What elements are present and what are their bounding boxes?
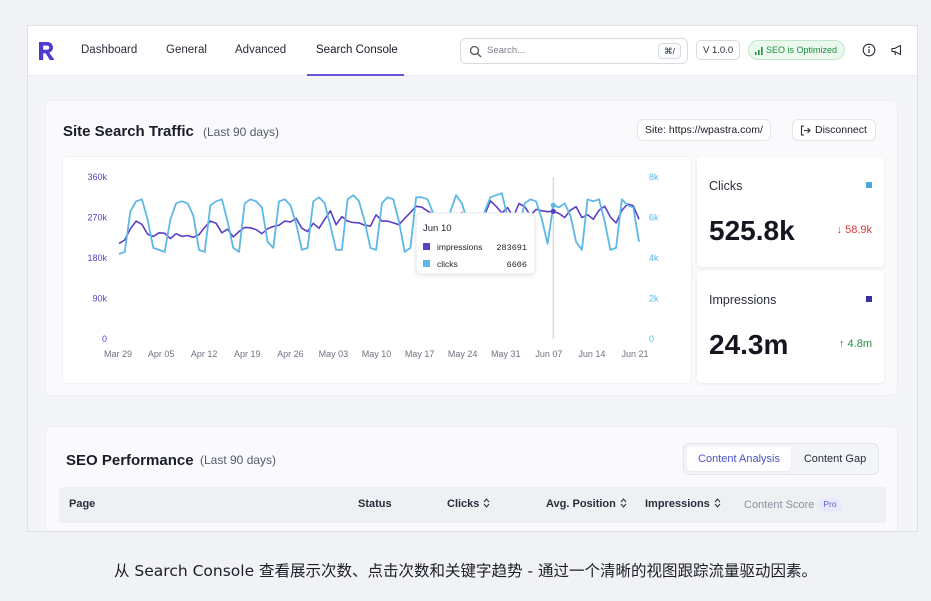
disconnect-button[interactable]: Disconnect	[792, 119, 876, 141]
column-impressions[interactable]: Impressions	[645, 498, 721, 510]
impressions-stat-value: 24.3m	[709, 329, 789, 360]
tooltip-impressions-value: 283691	[496, 243, 527, 253]
site-url-button[interactable]: Site: https://wpastra.com/	[637, 119, 771, 141]
impressions-stat-delta: ↑ 4.8m	[839, 338, 872, 350]
search-shortcut: ⌘/	[658, 43, 681, 59]
x-axis-tick: Apr 12	[191, 349, 218, 359]
x-axis-tick: Mar 29	[104, 349, 132, 359]
x-axis-tick: Jun 21	[621, 349, 648, 359]
column-avg-position-label: Avg. Position	[546, 498, 616, 510]
y-axis-left-tick: 360k	[87, 172, 107, 182]
tab-search-console[interactable]: Search Console	[316, 44, 398, 56]
clicks-stat-label: Clicks	[709, 179, 743, 193]
x-axis-tick: May 17	[405, 349, 435, 359]
top-navigation: Dashboard General Advanced Search Consol…	[28, 26, 917, 76]
caption-text: 从 Search Console 查看展示次数、点击次数和关键字趋势 - 通过一…	[113, 562, 817, 580]
version-badge: V 1.0.0	[696, 40, 741, 60]
tooltip-clicks-swatch	[423, 260, 430, 267]
active-tab-indicator	[307, 74, 404, 76]
x-axis-tick: Jun 07	[535, 349, 562, 359]
sort-icon	[484, 498, 490, 508]
y-axis-left-tick: 0	[102, 334, 107, 344]
hover-point-impressions	[550, 208, 556, 214]
signal-bars-icon	[755, 47, 763, 55]
brand-logo-icon[interactable]	[38, 41, 56, 61]
tab-content-analysis[interactable]: Content Analysis	[687, 447, 791, 471]
clicks-delta-value: 58.9k	[845, 224, 872, 236]
x-axis-tick: Apr 19	[234, 349, 261, 359]
tab-content-gap[interactable]: Content Gap	[793, 447, 877, 471]
y-axis-left-tick: 270k	[87, 213, 107, 223]
tab-advanced[interactable]: Advanced	[235, 44, 286, 56]
x-axis-tick: May 10	[362, 349, 392, 359]
y-axis-right-tick: 4k	[649, 253, 659, 263]
y-axis-right-tick: 0	[649, 334, 654, 344]
seo-tab-switcher: Content Analysis Content Gap	[683, 443, 879, 475]
x-axis-tick: May 24	[448, 349, 478, 359]
seo-subtitle: (Last 90 days)	[200, 453, 277, 467]
column-content-score-label: Content Score	[744, 499, 815, 511]
traffic-subtitle: (Last 90 days)	[203, 125, 280, 139]
y-axis-left-tick: 90k	[92, 294, 107, 304]
column-content-score[interactable]: Content Score Pro	[744, 498, 842, 512]
app-window: Dashboard General Advanced Search Consol…	[27, 25, 918, 532]
impressions-stat-label: Impressions	[709, 293, 777, 307]
site-search-traffic-card: Site Search Traffic (Last 90 days) Site:…	[45, 100, 898, 396]
pro-badge: Pro	[818, 498, 842, 512]
seo-performance-card: SEO Performance (Last 90 days) Content A…	[45, 426, 898, 531]
x-axis-tick: Jun 14	[578, 349, 605, 359]
hover-point-clicks	[550, 202, 556, 208]
tooltip-impressions-swatch	[423, 243, 430, 250]
y-axis-left-tick: 180k	[87, 253, 107, 263]
clicks-stat-value: 525.8k	[709, 215, 795, 246]
series-line-clicks	[118, 192, 640, 255]
megaphone-icon[interactable]	[890, 43, 904, 57]
column-avg-position[interactable]: Avg. Position	[546, 498, 627, 510]
tooltip-clicks-label: clicks	[437, 259, 458, 269]
clicks-stat-card: Clicks 525.8k ↓ 58.9k	[697, 157, 884, 267]
x-axis-tick: Apr 26	[277, 349, 304, 359]
search-placeholder: Search...	[487, 45, 526, 56]
x-axis-tick: May 31	[491, 349, 521, 359]
seo-table-header: Page Status Clicks Avg. Position Impress…	[59, 487, 886, 523]
y-axis-right-tick: 6k	[649, 213, 659, 223]
tooltip-date: Jun 10	[423, 223, 452, 234]
sort-icon	[714, 498, 721, 508]
impressions-stat-card: Impressions 24.3m ↑ 4.8m	[697, 271, 884, 383]
clicks-legend-square	[866, 182, 872, 188]
search-input[interactable]: Search... ⌘/	[460, 38, 688, 64]
info-icon[interactable]	[862, 43, 876, 57]
traffic-title: Site Search Traffic	[63, 123, 194, 140]
column-status[interactable]: Status	[358, 498, 392, 510]
y-axis-right-tick: 2k	[649, 294, 659, 304]
y-axis-right-tick: 8k	[649, 172, 659, 182]
seo-status-badge[interactable]: SEO is Optimized	[748, 40, 846, 60]
arrow-down-icon: ↓	[836, 224, 843, 236]
traffic-chart[interactable]: 360k 270k 180k 90k 0 8k 6k 4k 2k 0 Mar 29 Apr 05 A…	[63, 157, 691, 383]
disconnect-label: Disconnect	[815, 124, 867, 136]
tab-dashboard[interactable]: Dashboard	[81, 44, 137, 56]
chart-tooltip: Jun 10 impressions 283691 clicks 6606	[415, 212, 536, 275]
column-impressions-label: Impressions	[645, 498, 710, 510]
logout-icon	[800, 125, 811, 136]
impressions-legend-square	[866, 296, 872, 302]
clicks-stat-delta: ↓ 58.9k	[837, 224, 872, 236]
x-axis-tick: May 03	[319, 349, 349, 359]
seo-title: SEO Performance	[66, 452, 194, 469]
search-icon	[469, 45, 482, 58]
column-page[interactable]: Page	[69, 498, 95, 510]
column-clicks-label: Clicks	[447, 498, 480, 510]
traffic-line-chart: 360k 270k 180k 90k 0 8k 6k 4k 2k 0 Mar 29 Apr 05 A…	[87, 172, 659, 359]
tab-general[interactable]: General	[166, 44, 207, 56]
x-axis-tick: Apr 05	[148, 349, 175, 359]
arrow-up-icon: ↑	[838, 338, 845, 350]
tooltip-clicks-value: 6606	[507, 260, 527, 270]
column-clicks[interactable]: Clicks	[447, 498, 490, 510]
sort-icon	[620, 498, 627, 508]
seo-status-text: SEO is Optimized	[766, 45, 838, 55]
impressions-delta-value: 4.8m	[847, 338, 872, 350]
tooltip-impressions-label: impressions	[437, 242, 482, 252]
